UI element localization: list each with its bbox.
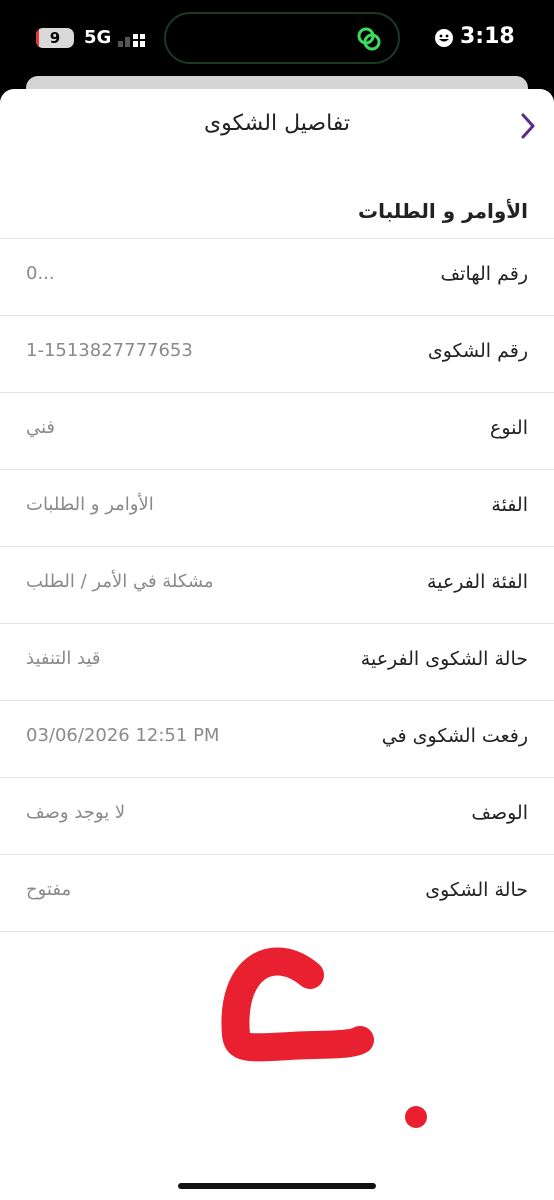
page-title: تفاصيل الشكوى <box>203 111 351 136</box>
detail-row-description: الوصف لا يوجد وصف <box>0 778 554 855</box>
chevron-right-icon[interactable] <box>518 111 538 141</box>
detail-row-category: الفئة الأوامر و الطلبات <box>0 470 554 547</box>
link-icon <box>357 27 381 51</box>
detail-label: رقم الشكوى <box>427 340 528 362</box>
detail-value: قيد التنفيذ <box>26 648 101 669</box>
battery-level: 9 <box>49 29 61 47</box>
dynamic-island <box>164 12 400 64</box>
detail-value: الأوامر و الطلبات <box>26 494 154 515</box>
detail-value: لا يوجد وصف <box>26 802 126 823</box>
detail-value: 03/06/2026 12:51 PM <box>26 725 220 746</box>
detail-label: الوصف <box>471 802 528 824</box>
detail-label: حالة الشكوى الفرعية <box>360 648 528 670</box>
section-title: الأوامر و الطلبات <box>358 199 528 223</box>
detail-value: مفتوح <box>26 879 72 900</box>
detail-row-phone: رقم الهاتف 0... <box>0 239 554 316</box>
network-type: 5G <box>84 27 112 48</box>
details-list: رقم الهاتف 0... رقم الشكوى 1-15138277776… <box>0 239 554 932</box>
home-indicator <box>178 1183 376 1189</box>
detail-row-sub-status: حالة الشكوى الفرعية قيد التنفيذ <box>0 624 554 701</box>
complaint-details-sheet: تفاصيل الشكوى الأوامر و الطلبات رقم الها… <box>0 89 554 1200</box>
detail-value: مشكلة في الأمر / الطلب <box>26 571 214 592</box>
detail-row-complaint-number: رقم الشكوى 1-1513827777653 <box>0 316 554 393</box>
detail-value: 1-1513827777653 <box>26 340 193 361</box>
detail-label: النوع <box>490 417 528 439</box>
detail-label: الفئة <box>491 494 528 516</box>
detail-row-submitted-at: رفعت الشكوى في 03/06/2026 12:51 PM <box>0 701 554 778</box>
signal-icon <box>118 34 145 47</box>
focus-emoji-icon <box>435 29 453 47</box>
detail-label: حالة الشكوى <box>425 879 528 901</box>
detail-label: رقم الهاتف <box>440 263 528 285</box>
status-bar: 9 5G 3:18 <box>0 0 554 76</box>
detail-label: رفعت الشكوى في <box>381 725 528 747</box>
detail-row-type: النوع فني <box>0 393 554 470</box>
detail-row-subcategory: الفئة الفرعية مشكلة في الأمر / الطلب <box>0 547 554 624</box>
clock: 3:18 <box>460 24 515 49</box>
detail-value: فني <box>26 417 56 438</box>
detail-row-status: حالة الشكوى مفتوح <box>0 855 554 932</box>
detail-value: 0... <box>26 263 55 284</box>
battery-icon: 9 <box>36 28 74 48</box>
detail-label: الفئة الفرعية <box>426 571 528 593</box>
